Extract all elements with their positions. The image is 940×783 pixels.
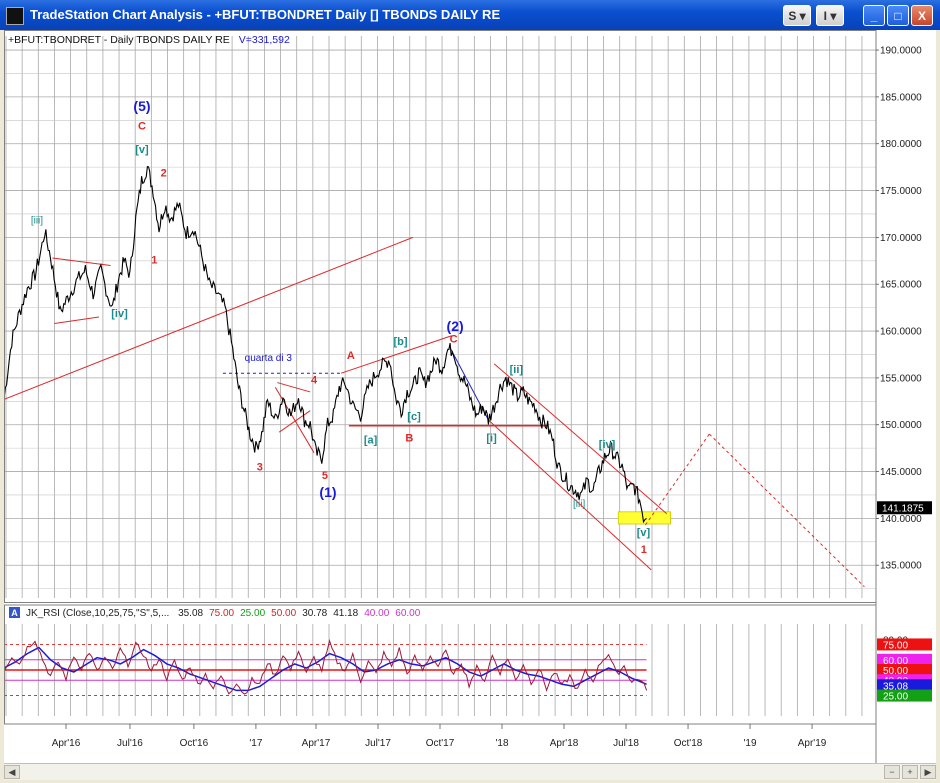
price-axis-label: 135.0000 — [880, 561, 922, 572]
chart-header-volume: V=331,592 — [239, 34, 290, 46]
price-axis-label: 165.0000 — [880, 280, 922, 291]
wave-label: [v] — [637, 527, 651, 539]
app-icon — [6, 7, 24, 25]
wave-label: C — [450, 333, 458, 345]
x-axis-label: Apr'17 — [302, 738, 331, 749]
horizontal-scrollbar[interactable]: ◀ − + ▶ — [4, 763, 936, 780]
wave-label: [ii] — [510, 364, 524, 376]
wave-label: 5 — [322, 470, 328, 482]
minimize-button[interactable]: _ — [863, 5, 885, 26]
wave-label: [b] — [393, 336, 407, 348]
price-axis-label: 185.0000 — [880, 92, 922, 103]
wave-label: 3 — [257, 462, 263, 474]
wave-label: 1 — [641, 544, 647, 556]
wave-label: [iv] — [111, 308, 128, 320]
x-axis-label: Oct'18 — [674, 738, 703, 749]
x-axis-label: Jul'16 — [117, 738, 143, 749]
wave-label: [a] — [364, 434, 378, 446]
chart-background — [4, 30, 936, 763]
wave-label: 1 — [151, 255, 157, 267]
wave-label: (5) — [133, 98, 150, 114]
price-axis-label: 175.0000 — [880, 186, 922, 197]
maximize-button[interactable]: □ — [887, 5, 909, 26]
x-axis-label: Apr'18 — [550, 738, 579, 749]
wave-label: 4 — [311, 375, 318, 387]
rsi-axis-label: 75.00 — [883, 640, 908, 651]
price-axis-label: 170.0000 — [880, 233, 922, 244]
zoom-out-button[interactable]: − — [884, 765, 900, 779]
x-axis-label: Apr'19 — [798, 738, 827, 749]
wave-label: [c] — [407, 411, 421, 423]
x-axis-label: '17 — [249, 738, 262, 749]
rsi-header-value: 50.00 — [271, 608, 296, 619]
wave-label: A — [347, 350, 355, 362]
zoom-in-button[interactable]: + — [902, 765, 918, 779]
price-axis-label: 145.0000 — [880, 467, 922, 478]
wave-label: B — [405, 433, 413, 445]
scroll-left-button[interactable]: ◀ — [4, 765, 20, 779]
wave-label: [iii] — [573, 499, 585, 510]
rsi-header-value: 30.78 — [302, 608, 327, 619]
s-menu-label: S — [788, 9, 797, 23]
last-price-label: 141.1875 — [882, 503, 924, 514]
chart-header-symbol: +BFUT:TBONDRET - Daily TBONDS DAILY RE — [8, 34, 230, 46]
title-bar[interactable]: TradeStation Chart Analysis - +BFUT:TBON… — [0, 0, 940, 30]
close-button[interactable]: X — [911, 5, 933, 26]
indicator-icon-glyph: A — [11, 608, 18, 618]
price-axis-label: 140.0000 — [880, 514, 922, 525]
x-axis-label: Jul'18 — [613, 738, 639, 749]
x-axis-label: Oct'16 — [180, 738, 209, 749]
s-menu-button[interactable]: S ▾ — [783, 5, 811, 26]
i-menu-button[interactable]: I ▾ — [816, 5, 844, 26]
rsi-header-value: 35.08 — [178, 608, 203, 619]
rsi-header-value: 60.00 — [395, 608, 420, 619]
wave-label: (1) — [319, 484, 336, 500]
wave-label: [iv] — [599, 439, 616, 451]
x-axis-label: '18 — [495, 738, 508, 749]
rsi-header-value: 40.00 — [364, 608, 389, 619]
target-zone-highlight — [617, 511, 671, 525]
wave-label: [iii] — [31, 215, 43, 226]
wave-label: quarta di 3 — [245, 353, 293, 364]
rsi-header-value: 75.00 — [209, 608, 234, 619]
price-axis-label: 180.0000 — [880, 139, 922, 150]
chart-header: +BFUT:TBONDRET - Daily TBONDS DAILY RE V… — [8, 34, 290, 46]
i-menu-label: I — [823, 9, 827, 23]
x-axis-label: '19 — [744, 738, 757, 749]
rsi-header-value: 25.00 — [240, 608, 265, 619]
x-axis-label: Jul'17 — [365, 738, 391, 749]
wave-label: 2 — [161, 168, 167, 180]
price-axis-label: 160.0000 — [880, 327, 922, 338]
window-title: TradeStation Chart Analysis - +BFUT:TBON… — [30, 7, 501, 22]
tradestation-window: TradeStation Chart Analysis - +BFUT:TBON… — [0, 0, 940, 783]
rsi-axis-label: 25.00 — [883, 692, 908, 703]
x-axis-label: Apr'16 — [52, 738, 81, 749]
rsi-indicator-label: JK_RSI (Close,10,25,75,"S",5,... — [26, 608, 169, 619]
x-axis-label: Oct'17 — [426, 738, 455, 749]
price-axis-label: 190.0000 — [880, 46, 922, 57]
wave-label: C — [138, 121, 146, 133]
price-axis-label: 155.0000 — [880, 373, 922, 384]
wave-label: [i] — [486, 433, 497, 445]
rsi-header-value: 41.18 — [333, 608, 358, 619]
wave-label: (2) — [447, 318, 464, 334]
price-axis-label: 150.0000 — [880, 420, 922, 431]
chart-area[interactable]: (5)C[v]2[iii]1[iv]quarta di 34A[b](2)C[i… — [4, 30, 936, 763]
wave-label: [v] — [135, 144, 149, 156]
scroll-right-button[interactable]: ▶ — [920, 765, 936, 779]
